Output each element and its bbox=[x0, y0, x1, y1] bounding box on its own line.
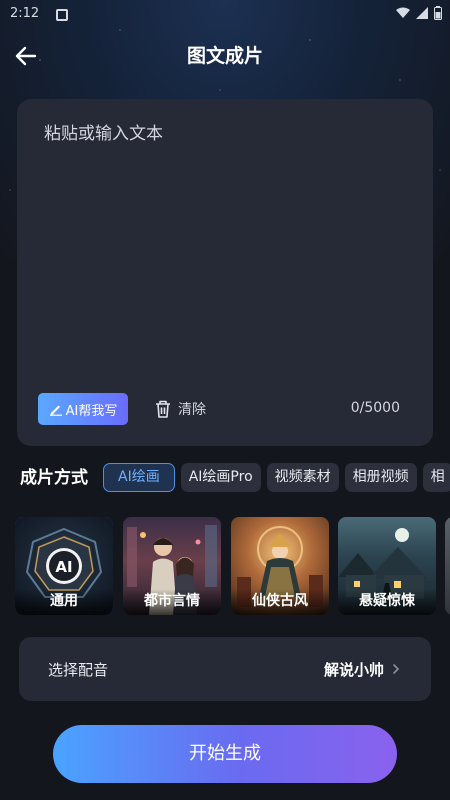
start-generate-button[interactable]: 开始生成 bbox=[53, 725, 397, 783]
svg-text:AI: AI bbox=[55, 558, 72, 576]
pen-icon bbox=[49, 405, 62, 416]
notification-icon bbox=[56, 9, 68, 21]
status-icons bbox=[396, 6, 442, 20]
style-thumbnail-partial bbox=[445, 517, 450, 615]
style-card-suspense[interactable]: 悬疑惊悚 bbox=[338, 517, 436, 615]
style-card-partial[interactable] bbox=[445, 517, 450, 615]
style-card-general[interactable]: AI 通用 bbox=[15, 517, 113, 615]
style-label-general: 通用 bbox=[15, 589, 113, 615]
status-time: 2:12 bbox=[10, 6, 40, 21]
ai-write-label: AI帮我写 bbox=[65, 403, 118, 419]
text-input[interactable] bbox=[44, 119, 404, 369]
clear-button[interactable]: 清除 bbox=[154, 396, 206, 422]
page-title: 图文成片 bbox=[186, 45, 263, 67]
chevron-right-icon bbox=[393, 664, 400, 674]
trash-icon bbox=[156, 400, 170, 418]
style-label-xianxia: 仙侠古风 bbox=[231, 589, 329, 615]
signal-icon bbox=[416, 7, 428, 19]
ai-write-button[interactable]: AI帮我写 bbox=[38, 393, 128, 425]
voice-label: 选择配音 bbox=[48, 661, 109, 679]
voice-selector[interactable]: 选择配音 解说小帅 bbox=[19, 637, 431, 701]
clear-label: 清除 bbox=[178, 402, 206, 418]
mode-chip-ai-painting-pro[interactable]: AI绘画Pro bbox=[180, 463, 261, 492]
wifi-icon bbox=[396, 7, 410, 18]
style-card-urban-romance[interactable]: 都市言情 bbox=[123, 517, 221, 615]
battery-icon bbox=[434, 6, 442, 20]
status-bar: 2:12 bbox=[0, 0, 450, 32]
character-counter: 0/5000 bbox=[350, 400, 400, 416]
mode-chip-partial[interactable]: 相 bbox=[422, 463, 450, 492]
voice-value: 解说小帅 bbox=[323, 661, 384, 679]
mode-chip-video-footage[interactable]: 视频素材 bbox=[266, 463, 339, 492]
mode-label: 成片方式 bbox=[20, 468, 88, 488]
style-card-xianxia[interactable]: 仙侠古风 bbox=[231, 517, 329, 615]
style-label-suspense: 悬疑惊悚 bbox=[338, 589, 436, 615]
style-label-urban-romance: 都市言情 bbox=[123, 589, 221, 615]
mode-chip-list: AI绘画 AI绘画Pro 视频素材 相册视频相 bbox=[103, 463, 450, 493]
mode-chip-ai-painting[interactable]: AI绘画 bbox=[103, 463, 175, 492]
text-input-card: AI帮我写 清除 0/5000 bbox=[17, 99, 433, 446]
mode-chip-album-video[interactable]: 相册视频 bbox=[344, 463, 417, 492]
style-list: AI 通用 都市言情 仙侠古风 悬疑惊悚 bbox=[15, 517, 450, 617]
